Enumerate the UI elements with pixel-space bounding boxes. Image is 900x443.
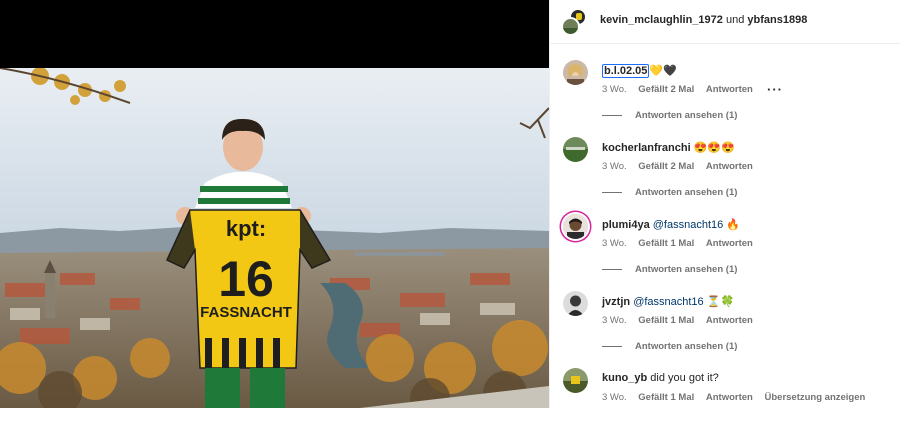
author-link-1[interactable]: kevin_mclaughlin_1972 <box>600 14 723 26</box>
comment-age[interactable]: 3 Wo. <box>602 315 627 326</box>
comment-body: 😍😍😍 <box>693 142 735 154</box>
comment-meta: 3 Wo. Gefällt 1 Mal Antworten <box>602 315 762 326</box>
comment-meta: 3 Wo. Gefällt 1 Mal Antworten Übersetzun… <box>602 392 874 403</box>
comments-panel: kevin_mclaughlin_1972 und ybfans1898 b.l… <box>549 0 900 408</box>
comment-username[interactable]: b.l.02.05 <box>602 64 650 78</box>
comment-age[interactable]: 3 Wo. <box>602 161 627 172</box>
shirt-name: FASSNACHT <box>200 304 292 321</box>
comment-item: jvztjn @fassnacht16 ⏳🍀 3 Wo. Gefällt 1 M… <box>550 289 900 366</box>
view-replies-label: Antworten ansehen (1) <box>635 264 738 275</box>
reply-button[interactable]: Antworten <box>706 238 753 249</box>
comment-item: plumi4ya @fassnacht16 🔥 3 Wo. Gefällt 1 … <box>550 212 900 289</box>
comment-body: did you got it? <box>650 372 719 384</box>
comment-meta: 3 Wo. Gefällt 1 Mal Antworten <box>602 238 762 249</box>
comment-age[interactable]: 3 Wo. <box>602 392 627 403</box>
comment-meta: 3 Wo. Gefällt 2 Mal Antworten <box>602 84 762 95</box>
view-replies-button[interactable]: Antworten ansehen (1) <box>602 187 737 198</box>
view-replies-label: Antworten ansehen (1) <box>635 187 738 198</box>
avatar[interactable] <box>563 60 588 85</box>
mention-link[interactable]: @fassnacht16 <box>653 219 724 231</box>
shirt-sponsor: kpt: <box>226 216 266 241</box>
comment-body: ⏳🍀 <box>706 296 735 308</box>
comment-text: kocherlanfranchi 😍😍😍 <box>602 141 735 154</box>
translate-button[interactable]: Übersetzung anzeigen <box>765 392 866 403</box>
like-count[interactable]: Gefällt 2 Mal <box>638 161 694 172</box>
view-replies-button[interactable]: Antworten ansehen (1) <box>602 264 737 275</box>
post-authors: kevin_mclaughlin_1972 und ybfans1898 <box>600 14 807 26</box>
post-photo: kpt: 16 FASSNACHT <box>0 68 549 408</box>
comment-text: plumi4ya @fassnacht16 🔥 <box>602 218 740 231</box>
comment-item: kocherlanfranchi 😍😍😍 3 Wo. Gefällt 2 Mal… <box>550 135 900 212</box>
like-count[interactable]: Gefällt 1 Mal <box>638 238 694 249</box>
comment-body: 💛🖤 <box>649 65 677 77</box>
mention-link[interactable]: @fassnacht16 <box>633 296 704 308</box>
comment-username[interactable]: plumi4ya <box>602 219 650 231</box>
view-replies-label: Antworten ansehen (1) <box>635 341 738 352</box>
divider <box>602 268 622 270</box>
comment-age[interactable]: 3 Wo. <box>602 84 627 95</box>
divider <box>602 114 622 116</box>
avatar[interactable] <box>561 17 580 36</box>
shirt-number: 16 <box>218 251 274 307</box>
like-count[interactable]: Gefällt 1 Mal <box>638 392 694 403</box>
post-media[interactable]: kpt: 16 FASSNACHT <box>0 0 549 408</box>
reply-button[interactable]: Antworten <box>706 161 753 172</box>
author-connector: und <box>725 14 745 26</box>
avatar[interactable] <box>563 291 588 316</box>
like-count[interactable]: Gefällt 1 Mal <box>638 315 694 326</box>
avatar[interactable] <box>563 214 588 239</box>
comment-meta: 3 Wo. Gefällt 2 Mal Antworten <box>602 161 762 172</box>
avatar[interactable] <box>563 137 588 162</box>
reply-button[interactable]: Antworten <box>706 315 753 326</box>
comment-text: b.l.02.05 💛🖤 <box>602 64 677 78</box>
comment-text: kuno_yb did you got it? <box>602 372 719 384</box>
author-link-2[interactable]: ybfans1898 <box>747 14 807 26</box>
comment-item: kuno_yb did you got it? 3 Wo. Gefällt 1 … <box>550 366 900 443</box>
reply-button[interactable]: Antworten <box>706 84 753 95</box>
comment-username[interactable]: kuno_yb <box>602 372 647 384</box>
comment-text: jvztjn @fassnacht16 ⏳🍀 <box>602 295 734 308</box>
post-header: kevin_mclaughlin_1972 und ybfans1898 <box>550 0 900 44</box>
comment-item: b.l.02.05 💛🖤 3 Wo. Gefällt 2 Mal Antworte… <box>550 58 900 135</box>
like-count[interactable]: Gefällt 2 Mal <box>638 84 694 95</box>
view-replies-label: Antworten ansehen (1) <box>635 110 738 121</box>
collab-avatars[interactable] <box>561 8 587 36</box>
comment-username[interactable]: jvztjn <box>602 296 630 308</box>
reply-button[interactable]: Antworten <box>706 392 753 403</box>
view-replies-button[interactable]: Antworten ansehen (1) <box>602 341 737 352</box>
avatar[interactable] <box>563 368 588 393</box>
view-replies-button[interactable]: Antworten ansehen (1) <box>602 110 737 121</box>
divider <box>602 345 622 347</box>
comment-age[interactable]: 3 Wo. <box>602 238 627 249</box>
more-options-icon[interactable]: ··· <box>767 82 783 97</box>
comment-username[interactable]: kocherlanfranchi <box>602 142 691 154</box>
divider <box>602 191 622 193</box>
comment-body: 🔥 <box>726 219 741 231</box>
